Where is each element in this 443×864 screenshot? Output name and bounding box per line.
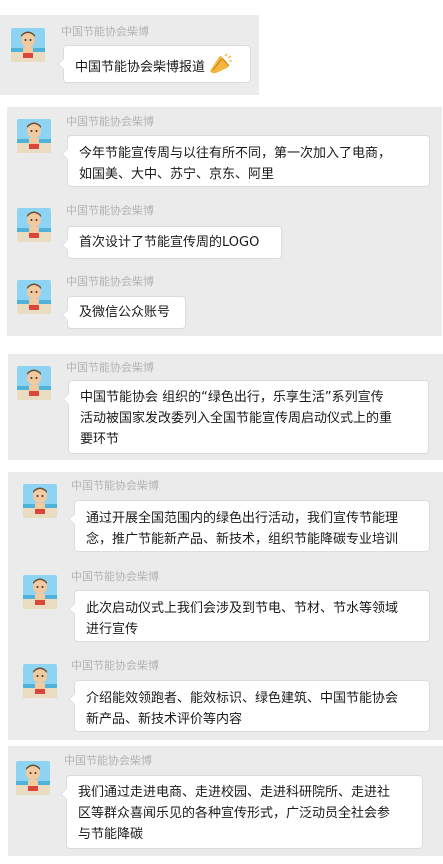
chat-panel-4: 中国节能协会柴博 通过开展全国范围内的绿色出行活动，我们宣传节能理 念，推广节能…	[8, 472, 443, 740]
message-bubble[interactable]: 我们通过走进电商、走进校园、走进科研院所、走进社 区等群众喜闻乐见的各种宣传形式…	[61, 775, 423, 849]
sender-name: 中国节能协会柴博	[71, 479, 159, 492]
message-bubble[interactable]: 首次设计了节能宣传周的LOGO	[62, 226, 282, 259]
message-text: 我们通过走进电商、走进校园、走进科研院所、走进社 区等群众喜闻乐见的各种宣传形式…	[78, 785, 391, 842]
message-text: 介绍能效领跑者、能效标识、绿色建筑、中国节能协会 新产品、新技术评价等内容	[86, 691, 399, 727]
sender-name: 中国节能协会柴博	[61, 25, 149, 38]
sender-name: 中国节能协会柴博	[71, 570, 159, 583]
message-text: 通过开展全国范围内的绿色出行活动，我们宣传节能理 念，推广节能新产品、新技术，组…	[86, 511, 399, 547]
message-text: 中国节能协会 组织的“绿色出行，乐享生活”系列宣传 活动被国家发改委列入全国节能…	[80, 390, 393, 447]
sender-avatar[interactable]	[23, 484, 57, 518]
message-bubble[interactable]: 通过开展全国范围内的绿色出行活动，我们宣传节能理 念，推广节能新产品、新技术，组…	[69, 500, 430, 552]
sender-avatar[interactable]	[11, 28, 45, 62]
message-text: 及微信公众账号	[79, 305, 171, 320]
message-text: 此次启动仪式上我们会涉及到节电、节材、节水等领域 进行宣传	[86, 601, 399, 637]
sender-avatar[interactable]	[17, 366, 51, 400]
message-bubble[interactable]: 及微信公众账号	[62, 296, 186, 329]
message-bubble[interactable]: 中国节能协会 组织的“绿色出行，乐享生活”系列宣传 活动被国家发改委列入全国节能…	[63, 380, 429, 454]
sender-name: 中国节能协会柴博	[66, 115, 154, 128]
message-text: 首次设计了节能宣传周的LOGO	[79, 235, 260, 250]
message-bubble[interactable]: 中国节能协会柴博报道	[58, 45, 251, 83]
sender-avatar[interactable]	[23, 575, 57, 609]
chat-panel-2: 中国节能协会柴博 今年节能宣传周与以往有所不同，第一次加入了电商， 如国美、大中…	[7, 107, 442, 336]
chat-panel-1: 中国节能协会柴博 中国节能协会柴博报道	[0, 15, 259, 95]
message-bubble[interactable]: 此次启动仪式上我们会涉及到节电、节材、节水等领域 进行宣传	[69, 590, 430, 642]
message-bubble[interactable]: 介绍能效领跑者、能效标识、绿色建筑、中国节能协会 新产品、新技术评价等内容	[69, 680, 430, 732]
chat-panel-5: 中国节能协会柴博 我们通过走进电商、走进校园、走进科研院所、走进社 区等群众喜闻…	[8, 746, 443, 856]
message-text: 今年节能宣传周与以往有所不同，第一次加入了电商， 如国美、大中、苏宁、京东、阿里	[79, 146, 392, 182]
sender-name: 中国节能协会柴博	[66, 204, 154, 217]
sender-avatar[interactable]	[17, 119, 51, 153]
sender-avatar[interactable]	[17, 208, 51, 242]
message-text: 中国节能协会柴博报道	[75, 60, 206, 75]
sender-name: 中国节能协会柴博	[66, 361, 154, 374]
sender-name: 中国节能协会柴博	[64, 754, 152, 767]
sender-name: 中国节能协会柴博	[66, 275, 154, 288]
sender-name: 中国节能协会柴博	[71, 659, 159, 672]
sender-avatar[interactable]	[23, 664, 57, 698]
chat-panel-3: 中国节能协会柴博 中国节能协会 组织的“绿色出行，乐享生活”系列宣传 活动被国家…	[8, 354, 443, 460]
sender-avatar[interactable]	[16, 761, 50, 795]
sender-avatar[interactable]	[17, 280, 51, 314]
clapping-hands-icon	[207, 53, 233, 82]
message-bubble[interactable]: 今年节能宣传周与以往有所不同，第一次加入了电商， 如国美、大中、苏宁、京东、阿里	[62, 135, 430, 187]
